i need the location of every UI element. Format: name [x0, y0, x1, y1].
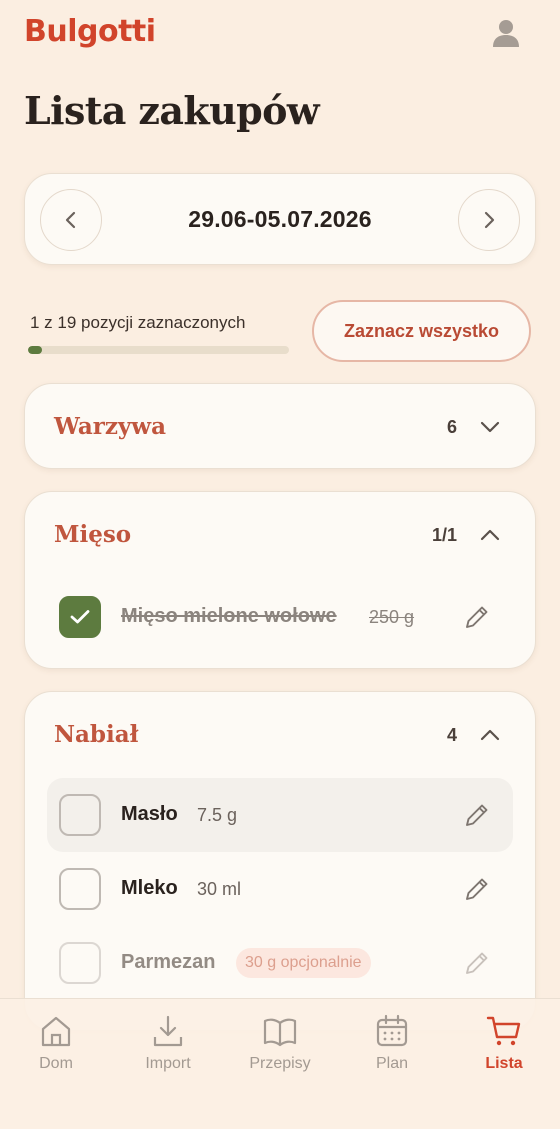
nav-lista[interactable]: Lista	[454, 1013, 554, 1073]
nav-przepisy[interactable]: Przepisy	[230, 1013, 330, 1073]
item-quantity: 250 g	[369, 607, 415, 627]
download-icon	[153, 1015, 183, 1047]
section-count: 4	[446, 725, 457, 745]
nav-import[interactable]: Import	[118, 1013, 218, 1073]
nav-label: Dom	[39, 1055, 73, 1072]
item-quantity: 30 ml	[197, 879, 242, 899]
item-checkbox[interactable]	[59, 794, 101, 836]
section-title: Warzywa	[54, 413, 166, 440]
home-icon	[41, 1016, 71, 1047]
book-icon	[263, 1018, 297, 1047]
progress-label: 1 z 19 pozycji zaznaczonych	[30, 313, 246, 332]
week-selector: 29.06-05.07.2026	[24, 173, 536, 265]
item-checkbox[interactable]	[59, 596, 101, 638]
check-icon	[70, 610, 90, 624]
item-checkbox[interactable]	[59, 868, 101, 910]
next-week-button[interactable]	[458, 189, 520, 251]
chevron-up-icon[interactable]	[479, 524, 501, 546]
list-item[interactable]: Mięso mielone wołowe 250 g	[47, 580, 513, 654]
page-title: Lista zakupów	[24, 88, 320, 133]
cart-icon	[486, 1016, 521, 1046]
item-name: Masło	[121, 803, 178, 825]
nav-label: Plan	[375, 1055, 409, 1072]
progress-fill	[28, 346, 42, 354]
chevron-right-icon	[484, 211, 495, 229]
pencil-icon[interactable]	[463, 875, 491, 903]
bottom-navigation: Dom Import Przepisy Plan Lista	[0, 998, 560, 1129]
pencil-icon[interactable]	[463, 801, 491, 829]
item-name: Mleko	[121, 877, 178, 899]
list-item[interactable]: Mleko 30 ml	[47, 852, 513, 926]
chevron-down-icon[interactable]	[479, 416, 501, 438]
section-header[interactable]: Warzywa 6	[25, 384, 535, 468]
chevron-up-icon[interactable]	[479, 724, 501, 746]
section-title: Nabiał	[54, 721, 139, 748]
app-header: Bulgotti	[0, 0, 560, 70]
nav-dom[interactable]: Dom	[6, 1013, 106, 1073]
item-checkbox[interactable]	[59, 942, 101, 984]
nav-label: Przepisy	[249, 1055, 311, 1072]
item-quantity: 7.5 g	[197, 805, 238, 825]
progress-bar	[28, 346, 289, 354]
nav-label: Lista	[485, 1055, 523, 1072]
list-item[interactable]: Parmezan 30 g opcjonalnie	[47, 926, 513, 1000]
user-avatar-icon[interactable]	[492, 18, 520, 48]
nav-plan[interactable]: Plan	[342, 1013, 442, 1073]
list-item[interactable]: Masło 7.5 g	[47, 778, 513, 852]
pencil-icon[interactable]	[463, 603, 491, 631]
calendar-icon	[376, 1014, 408, 1047]
nav-label: Import	[145, 1055, 191, 1072]
section-count: 6	[446, 417, 457, 437]
select-all-button[interactable]: Zaznacz wszystko	[312, 300, 531, 362]
section-mieso: Mięso 1/1 Mięso mielone wołowe 250 g	[24, 491, 536, 669]
section-header[interactable]: Nabiał 4	[25, 692, 535, 778]
optional-badge: 30 g opcjonalnie	[236, 948, 371, 978]
section-warzywa: Warzywa 6	[24, 383, 536, 469]
item-name: Mięso mielone wołowe	[121, 605, 337, 627]
section-header[interactable]: Mięso 1/1	[25, 492, 535, 578]
section-nabial: Nabiał 4 Masło 7.5 g Mleko 30 ml Parmeza…	[24, 691, 536, 1031]
item-name: Parmezan	[121, 951, 216, 973]
app-logo[interactable]: Bulgotti	[24, 14, 156, 49]
pencil-icon[interactable]	[463, 949, 491, 977]
section-title: Mięso	[54, 521, 132, 548]
section-count: 1/1	[431, 525, 457, 545]
